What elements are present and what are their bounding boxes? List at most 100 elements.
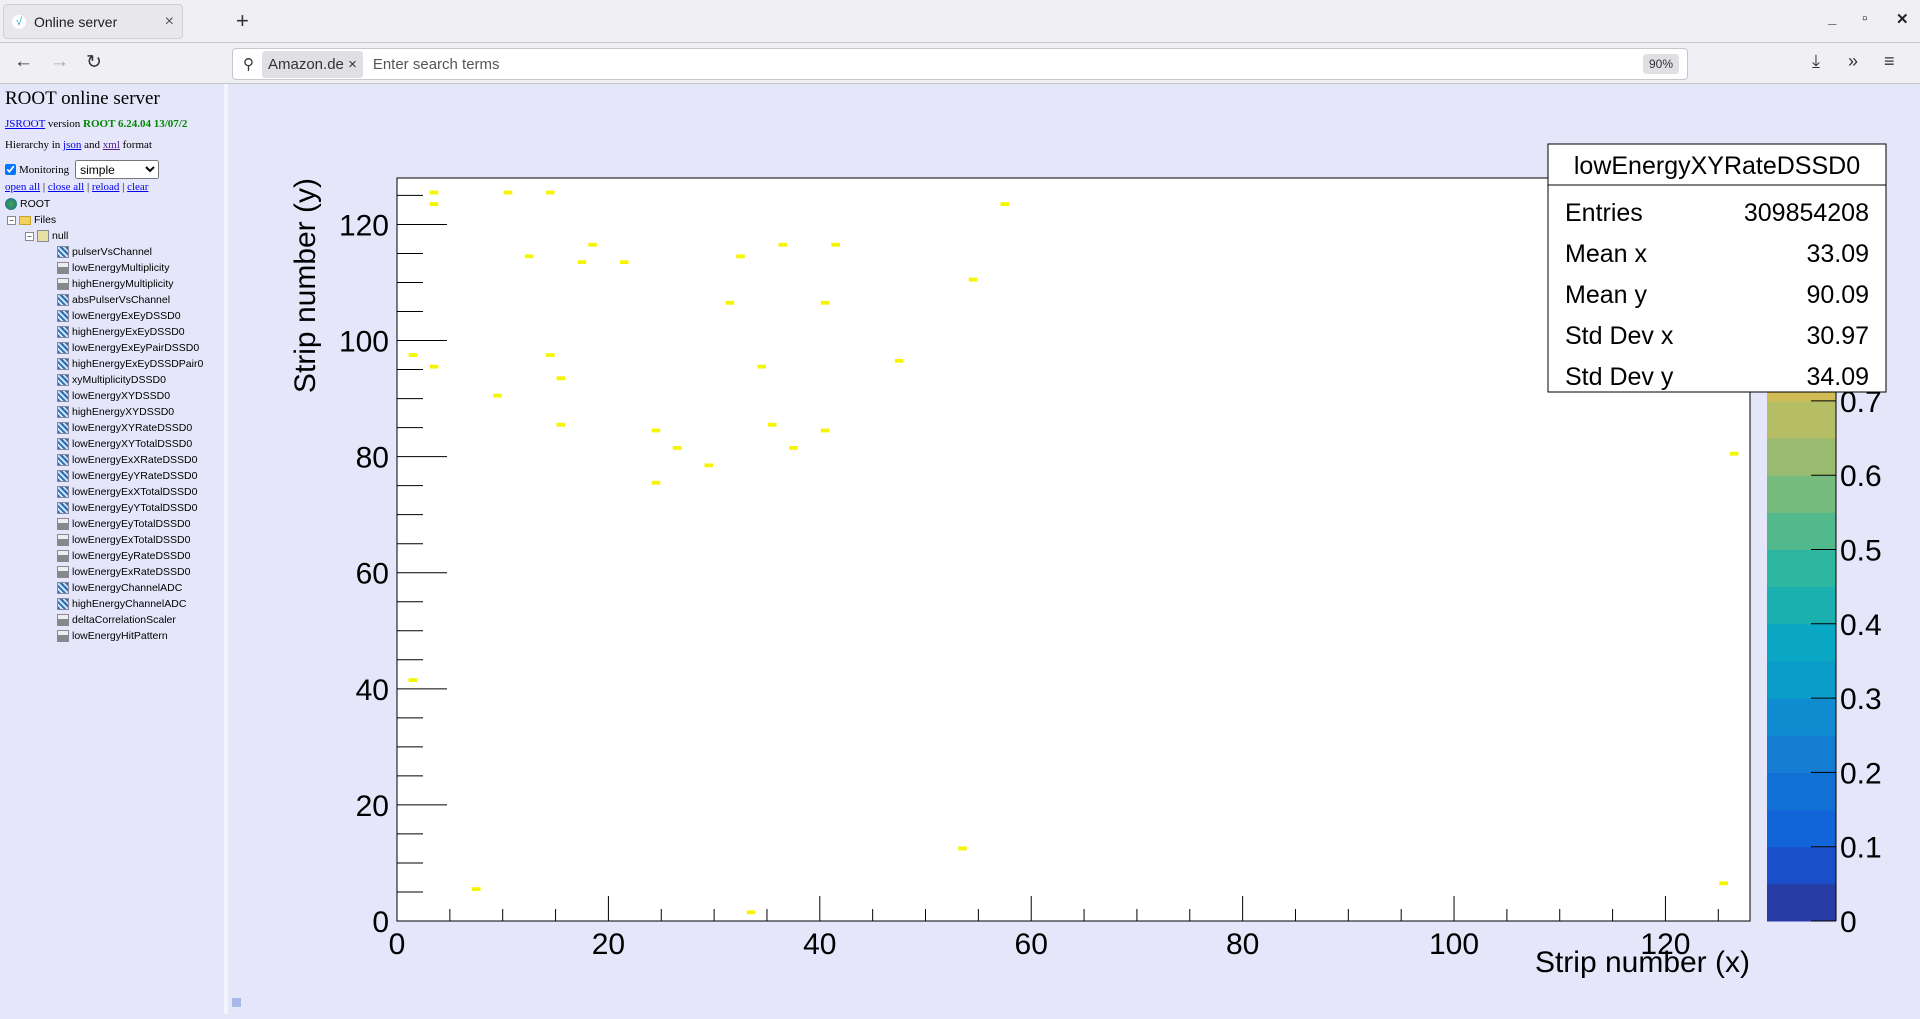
new-tab-button[interactable]: + <box>236 8 249 34</box>
jsroot-link[interactable]: JSROOT <box>5 118 45 130</box>
tree-item[interactable]: deltaCorrelationScaler <box>5 612 219 628</box>
histogram-canvas[interactable]: 0 20 40 60 80 100 120020406080100120Strip numb… <box>228 84 1920 1014</box>
json-link[interactable]: json <box>63 139 81 151</box>
search-engine-chip[interactable]: Amazon.de × <box>262 50 363 78</box>
tree-item[interactable]: lowEnergyHitPattern <box>5 628 219 644</box>
stats-value: 90.09 <box>1806 281 1869 309</box>
clear-link[interactable]: clear <box>127 181 148 193</box>
resize-handle[interactable] <box>232 998 241 1007</box>
tree-item[interactable]: lowEnergyEyTotalDSSD0 <box>5 516 219 532</box>
heatmap-bin <box>429 202 439 207</box>
canvas-area: 0 20 40 60 80 100 120 0 20 40 60 80 100 120 Strip numb… <box>228 84 1920 1014</box>
tree-item[interactable]: absPulserVsChannel <box>5 292 219 308</box>
zoom-level-button[interactable]: 90% <box>1642 54 1679 74</box>
tree-item-label: lowEnergyXYTotalDSSD0 <box>72 438 193 450</box>
tree-item[interactable]: highEnergyExEyDSSD0 <box>5 324 219 340</box>
colorbar-tick-label: 0.5 <box>1840 535 1882 568</box>
stats-title: lowEnergyXYRateDSSD0 <box>1574 152 1860 180</box>
monitoring-checkbox[interactable] <box>5 164 16 175</box>
histogram-1d-icon <box>57 534 69 546</box>
tree-item[interactable]: lowEnergyXYDSSD0 <box>5 388 219 404</box>
version-line: JSROOT version ROOT 6.24.04 13/07/2 <box>5 118 219 130</box>
stats-label: Mean x <box>1565 240 1647 268</box>
tree-item[interactable]: highEnergyExEyDSSDPair0 <box>5 356 219 372</box>
tree-item-label: lowEnergyExEyDSSD0 <box>72 310 181 322</box>
tree-item[interactable]: xyMultiplicityDSSD0 <box>5 372 219 388</box>
back-icon[interactable]: ← <box>14 51 33 73</box>
tree-item-label: lowEnergyEyYRateDSSD0 <box>72 470 198 482</box>
heatmap-bin <box>408 678 418 683</box>
stats-label: Entries <box>1565 199 1643 227</box>
colorbar-band <box>1767 549 1836 588</box>
tree-node-root[interactable]: ROOT <box>5 196 219 212</box>
tree-item[interactable]: lowEnergyXYTotalDSSD0 <box>5 436 219 452</box>
collapse-icon[interactable]: − <box>7 215 16 225</box>
tree-item[interactable]: highEnergyChannelADC <box>5 596 219 612</box>
tree-item[interactable]: lowEnergyExRateDSSD0 <box>5 564 219 580</box>
tree-item[interactable]: highEnergyXYDSSD0 <box>5 404 219 420</box>
tree-node-null[interactable]: − null <box>5 228 219 244</box>
collapse-icon[interactable]: − <box>25 231 34 241</box>
histogram-1d-icon <box>57 630 69 642</box>
close-icon[interactable]: ✕ <box>1896 10 1909 28</box>
tree-item[interactable]: lowEnergyXYRateDSSD0 <box>5 420 219 436</box>
open-all-link[interactable]: open all <box>5 181 40 193</box>
reload-icon[interactable]: ↻ <box>86 51 102 74</box>
tree-item[interactable]: lowEnergyChannelADC <box>5 580 219 596</box>
version-text: version <box>47 118 81 130</box>
colorbar-band <box>1767 883 1836 922</box>
colorbar-tick-label: 0.2 <box>1840 757 1882 790</box>
x-tick-label: 80 <box>1226 928 1259 961</box>
tree-item[interactable]: lowEnergyExEyDSSD0 <box>5 308 219 324</box>
x-tick-label: 40 <box>803 928 836 961</box>
heatmap-bin <box>958 846 967 851</box>
heatmap-bin <box>545 353 555 357</box>
tree-item[interactable]: pulserVsChannel <box>5 244 219 260</box>
tree-item[interactable]: lowEnergyEyYRateDSSD0 <box>5 468 219 484</box>
tab-online-server[interactable]: √ Online server × <box>3 4 183 39</box>
tree-item-label: lowEnergyChannelADC <box>72 582 183 594</box>
tree-item[interactable]: lowEnergyExXTotalDSSD0 <box>5 484 219 500</box>
minimize-icon[interactable]: _ <box>1828 10 1836 27</box>
colorbar-band <box>1767 512 1836 550</box>
colorbar-band <box>1767 586 1836 625</box>
y-axis-title: Strip number (y) <box>289 178 322 393</box>
y-tick-label: 40 <box>356 674 389 707</box>
tree-item-label: highEnergyMultiplicity <box>72 278 174 290</box>
y-tick-label: 80 <box>356 442 389 475</box>
histogram-2d-icon <box>57 310 69 322</box>
menu-icon[interactable]: ≡ <box>1884 51 1895 72</box>
histogram-2d-icon <box>57 470 69 482</box>
overflow-icon[interactable]: » <box>1848 51 1858 72</box>
tree-item[interactable]: lowEnergyExXRateDSSD0 <box>5 452 219 468</box>
reload-link[interactable]: reload <box>92 181 119 193</box>
tree-item-label: lowEnergyXYDSSD0 <box>72 390 171 402</box>
monitoring-mode-select[interactable]: simple <box>75 160 160 179</box>
forward-icon[interactable]: → <box>50 51 69 73</box>
maximize-icon[interactable]: ▫ <box>1862 10 1867 27</box>
tree-item[interactable]: highEnergyMultiplicity <box>5 276 219 292</box>
stats-value: 30.97 <box>1806 322 1869 350</box>
search-input[interactable]: Enter search terms <box>373 56 1643 73</box>
tree-item-label: deltaCorrelationScaler <box>72 614 176 626</box>
download-icon[interactable]: ⤓ <box>1812 51 1820 72</box>
tree-item-label: highEnergyExEyDSSDPair0 <box>72 358 204 370</box>
url-bar[interactable]: ⚲ Amazon.de × Enter search terms 90% <box>232 48 1688 80</box>
tree-node-files[interactable]: − Files <box>5 212 219 228</box>
file-icon <box>37 230 49 242</box>
xml-link[interactable]: xml <box>103 139 120 151</box>
tree-item[interactable]: lowEnergyMultiplicity <box>5 260 219 276</box>
tree-item[interactable]: lowEnergyEyRateDSSD0 <box>5 548 219 564</box>
tree-item[interactable]: lowEnergyExEyPairDSSD0 <box>5 340 219 356</box>
chip-close-icon[interactable]: × <box>348 56 357 73</box>
y-tick-label: 0 <box>372 906 389 939</box>
x-tick-label: 100 <box>1429 928 1479 961</box>
tree-item[interactable]: lowEnergyExTotalDSSD0 <box>5 532 219 548</box>
tab-close-icon[interactable]: × <box>165 13 174 31</box>
colorbar-band <box>1767 438 1836 476</box>
tree-item[interactable]: lowEnergyEyYTotalDSSD0 <box>5 500 219 516</box>
stats-value: 33.09 <box>1806 240 1869 268</box>
close-all-link[interactable]: close all <box>48 181 84 193</box>
tree-item-label: lowEnergyEyYTotalDSSD0 <box>72 502 198 514</box>
stats-label: Mean y <box>1565 281 1647 309</box>
